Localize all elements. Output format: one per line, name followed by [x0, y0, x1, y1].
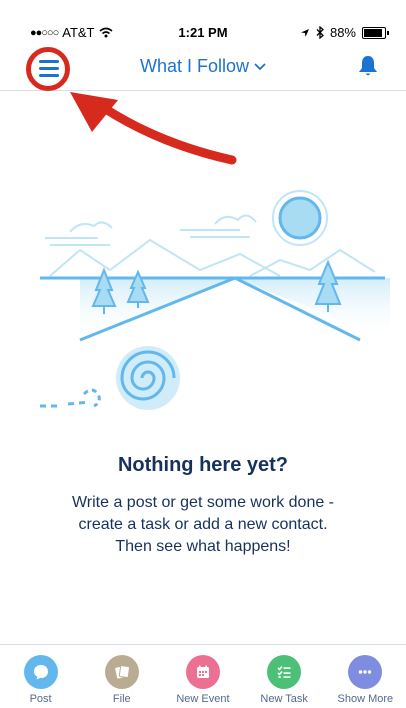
event-icon: [185, 655, 220, 689]
status-bar: ●●○○○ AT&T 1:21 PM 88%: [0, 0, 406, 40]
file-button[interactable]: File: [83, 649, 161, 708]
new-event-button[interactable]: New Event: [164, 649, 242, 708]
file-label: File: [112, 693, 131, 705]
post-label: Post: [29, 693, 52, 705]
more-icon: [348, 655, 383, 689]
new-task-label: New Task: [260, 693, 308, 705]
nav-bar: What I Follow: [0, 38, 406, 91]
location-icon: [300, 28, 309, 37]
empty-state-line: create a task or add a new contact.: [78, 516, 328, 533]
new-event-label: New Event: [176, 693, 230, 705]
post-icon: [23, 655, 58, 689]
empty-state-illustration: [40, 190, 390, 410]
chevron-down-icon: [254, 63, 266, 71]
page-title: What I Follow: [139, 56, 250, 76]
post-button[interactable]: Post: [2, 649, 80, 708]
battery-icon: [362, 26, 389, 39]
task-icon: [267, 655, 302, 689]
bell-icon[interactable]: [356, 54, 380, 78]
new-task-button[interactable]: New Task: [245, 649, 323, 708]
empty-state-line: Then see what happens!: [115, 538, 291, 555]
annotation-arrow: [70, 92, 237, 165]
action-bar: Post File New Event New Task Show More: [0, 644, 406, 708]
feed-selector[interactable]: What I Follow: [0, 56, 406, 77]
battery-fill: [364, 28, 382, 37]
empty-state-title: Nothing here yet?: [117, 454, 288, 476]
show-more-button[interactable]: Show More: [326, 649, 404, 708]
show-more-label: Show More: [337, 693, 394, 705]
file-icon: [104, 655, 139, 689]
empty-state-message: Write a post or get some work done - cre…: [0, 492, 406, 558]
empty-state-line: Write a post or get some work done -: [71, 494, 335, 511]
